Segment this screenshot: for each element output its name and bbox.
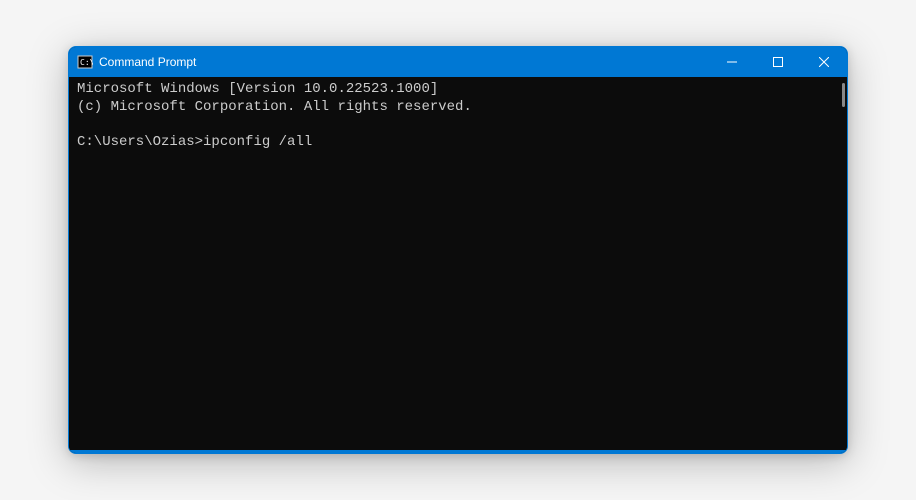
window-border-bottom: [69, 450, 847, 453]
scrollbar[interactable]: [842, 83, 845, 107]
command-input[interactable]: ipconfig /all: [203, 134, 312, 150]
prompt: C:\Users\Ozias>: [77, 134, 203, 150]
close-button[interactable]: [801, 47, 847, 77]
terminal-output: Microsoft Windows [Version 10.0.22523.10…: [77, 81, 839, 151]
svg-text:C:\: C:\: [80, 58, 93, 67]
window-controls: [709, 47, 847, 77]
minimize-button[interactable]: [709, 47, 755, 77]
version-line: Microsoft Windows [Version 10.0.22523.10…: [77, 81, 438, 97]
terminal-body[interactable]: Microsoft Windows [Version 10.0.22523.10…: [69, 77, 847, 450]
titlebar[interactable]: C:\ Command Prompt: [69, 47, 847, 77]
cmd-icon: C:\: [77, 54, 93, 70]
copyright-line: (c) Microsoft Corporation. All rights re…: [77, 99, 472, 115]
window-title: Command Prompt: [99, 55, 196, 69]
maximize-button[interactable]: [755, 47, 801, 77]
command-prompt-window: C:\ Command Prompt Microsoft Windows [Ve…: [68, 46, 848, 454]
